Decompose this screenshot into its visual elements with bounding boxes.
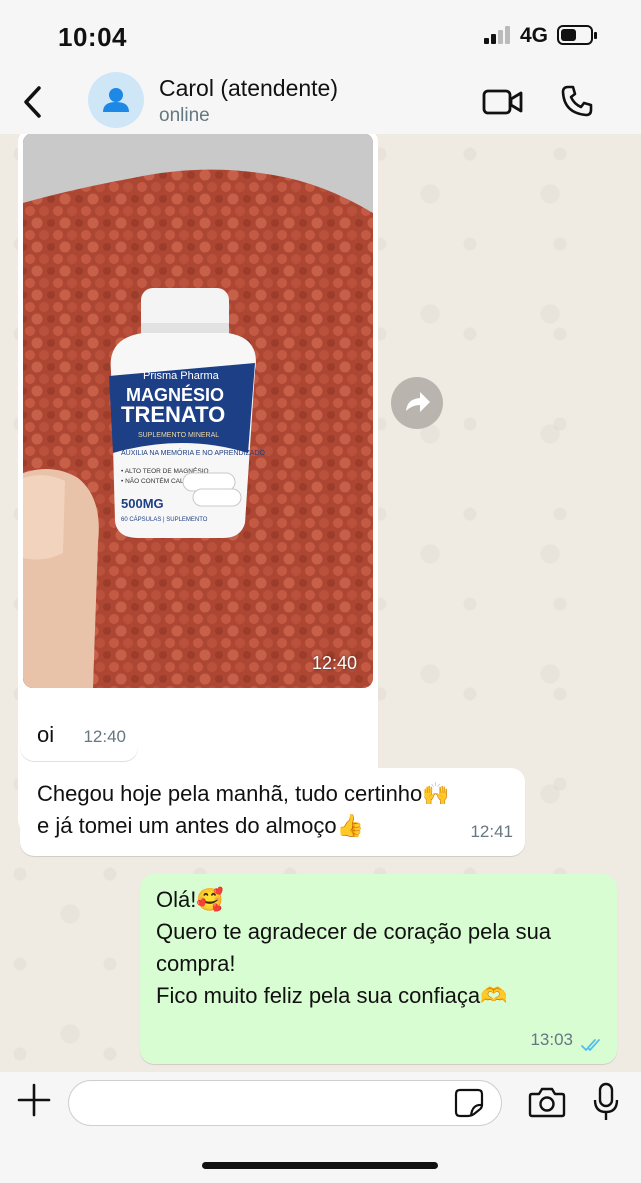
home-indicator[interactable] xyxy=(202,1162,438,1169)
message-text-line: Quero te agradecer de coração pela sua xyxy=(156,919,552,944)
message-text-line: Fico muito feliz pela sua confiaça🫶 xyxy=(156,983,508,1008)
chevron-left-icon xyxy=(24,86,41,118)
message-time: 13:03 xyxy=(530,1030,573,1049)
attach-button[interactable] xyxy=(16,1082,52,1118)
forward-arrow-icon xyxy=(406,392,430,412)
contact-status: online xyxy=(159,105,210,126)
product-subtitle: SUPLEMENTO MINERAL xyxy=(138,432,219,439)
product-photo-illustration: Prisma Pharma MAGNÉSIO TRENATO SUPLEMENT… xyxy=(23,134,373,688)
microphone-button[interactable] xyxy=(592,1082,620,1122)
product-claim: AUXILIA NA MEMÓRIA E NO APRENDIZADO xyxy=(121,448,265,457)
person-icon xyxy=(103,88,129,112)
message-time: 12:41 xyxy=(470,822,513,841)
camera-icon xyxy=(528,1087,566,1118)
message-text: oi xyxy=(37,722,55,747)
voice-call-button[interactable] xyxy=(560,84,594,118)
status-time: 10:04 xyxy=(58,22,127,52)
status-bar: 10:04 4G xyxy=(0,0,641,68)
message-text-line: e já tomei um antes do almoço👍 xyxy=(37,813,364,838)
chat-header: Carol (atendente) online xyxy=(0,68,641,134)
message-input[interactable] xyxy=(68,1080,502,1126)
product-brand: Prisma Pharma xyxy=(143,370,220,382)
message-text-line: compra! xyxy=(156,951,236,976)
incoming-message[interactable]: Chegou hoje pela manhã, tudo certinho🙌 e… xyxy=(20,768,525,856)
video-call-button[interactable] xyxy=(482,88,524,116)
message-time: 12:40 xyxy=(83,727,126,746)
battery-icon xyxy=(557,25,597,45)
microphone-icon xyxy=(593,1082,619,1120)
incoming-message[interactable]: oi 12:40 xyxy=(20,707,138,761)
message-text-line: Olá!🥰 xyxy=(156,887,224,912)
avatar[interactable] xyxy=(88,72,144,128)
product-dose: 500MG xyxy=(121,496,164,511)
message-time: 12:40 xyxy=(311,653,357,673)
back-button[interactable] xyxy=(18,82,48,122)
double-check-icon xyxy=(581,1039,600,1052)
product-name-line2: TRENATO xyxy=(121,402,225,427)
sticker-icon xyxy=(454,1088,484,1118)
signal-strength-icon xyxy=(484,26,512,44)
contact-name[interactable]: Carol (atendente) xyxy=(159,75,338,102)
video-camera-icon xyxy=(482,89,523,115)
network-type: 4G xyxy=(520,24,549,47)
outgoing-message[interactable]: Olá!🥰 Quero te agradecer de coração pela… xyxy=(140,874,617,1064)
forward-button[interactable] xyxy=(391,377,443,429)
chat-area[interactable]: Prisma Pharma MAGNÉSIO TRENATO SUPLEMENT… xyxy=(0,134,641,1072)
product-photo[interactable]: Prisma Pharma MAGNÉSIO TRENATO SUPLEMENT… xyxy=(23,134,373,688)
sticker-button[interactable] xyxy=(454,1088,484,1118)
product-count: 60 CÁPSULAS | SUPLEMENTO xyxy=(121,516,208,523)
message-text-line: Chegou hoje pela manhã, tudo certinho🙌 xyxy=(37,781,450,806)
plus-icon xyxy=(17,1083,51,1117)
camera-button[interactable] xyxy=(528,1086,566,1118)
phone-icon xyxy=(561,85,593,117)
